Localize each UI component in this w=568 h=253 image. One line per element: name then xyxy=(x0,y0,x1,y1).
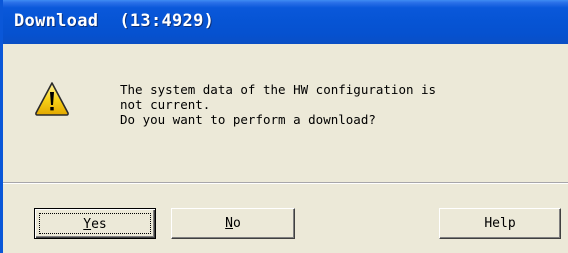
download-dialog: Download (13:4929) The system data of th… xyxy=(0,0,568,253)
message-line-3: Do you want to perform a download? xyxy=(120,112,376,127)
no-label: o xyxy=(233,216,241,231)
help-label: Help xyxy=(484,216,516,231)
yes-button[interactable]: Yes xyxy=(34,208,156,239)
yes-mnemonic: Y xyxy=(83,217,92,232)
no-mnemonic: N xyxy=(225,216,233,231)
message-text: The system data of the HW configuration … xyxy=(120,82,560,127)
focus-rectangle: Yes xyxy=(39,213,151,234)
title-bar[interactable]: Download (13:4929) xyxy=(3,0,568,44)
message-line-1: The system data of the HW configuration … xyxy=(120,82,437,97)
separator xyxy=(3,182,568,184)
warning-icon xyxy=(34,81,70,117)
dialog-title: Download (13:4929) xyxy=(14,11,215,31)
message-line-2: not current. xyxy=(120,97,211,112)
help-button[interactable]: Help xyxy=(439,208,561,239)
yes-label: es xyxy=(91,217,107,232)
no-button[interactable]: No xyxy=(171,208,295,239)
